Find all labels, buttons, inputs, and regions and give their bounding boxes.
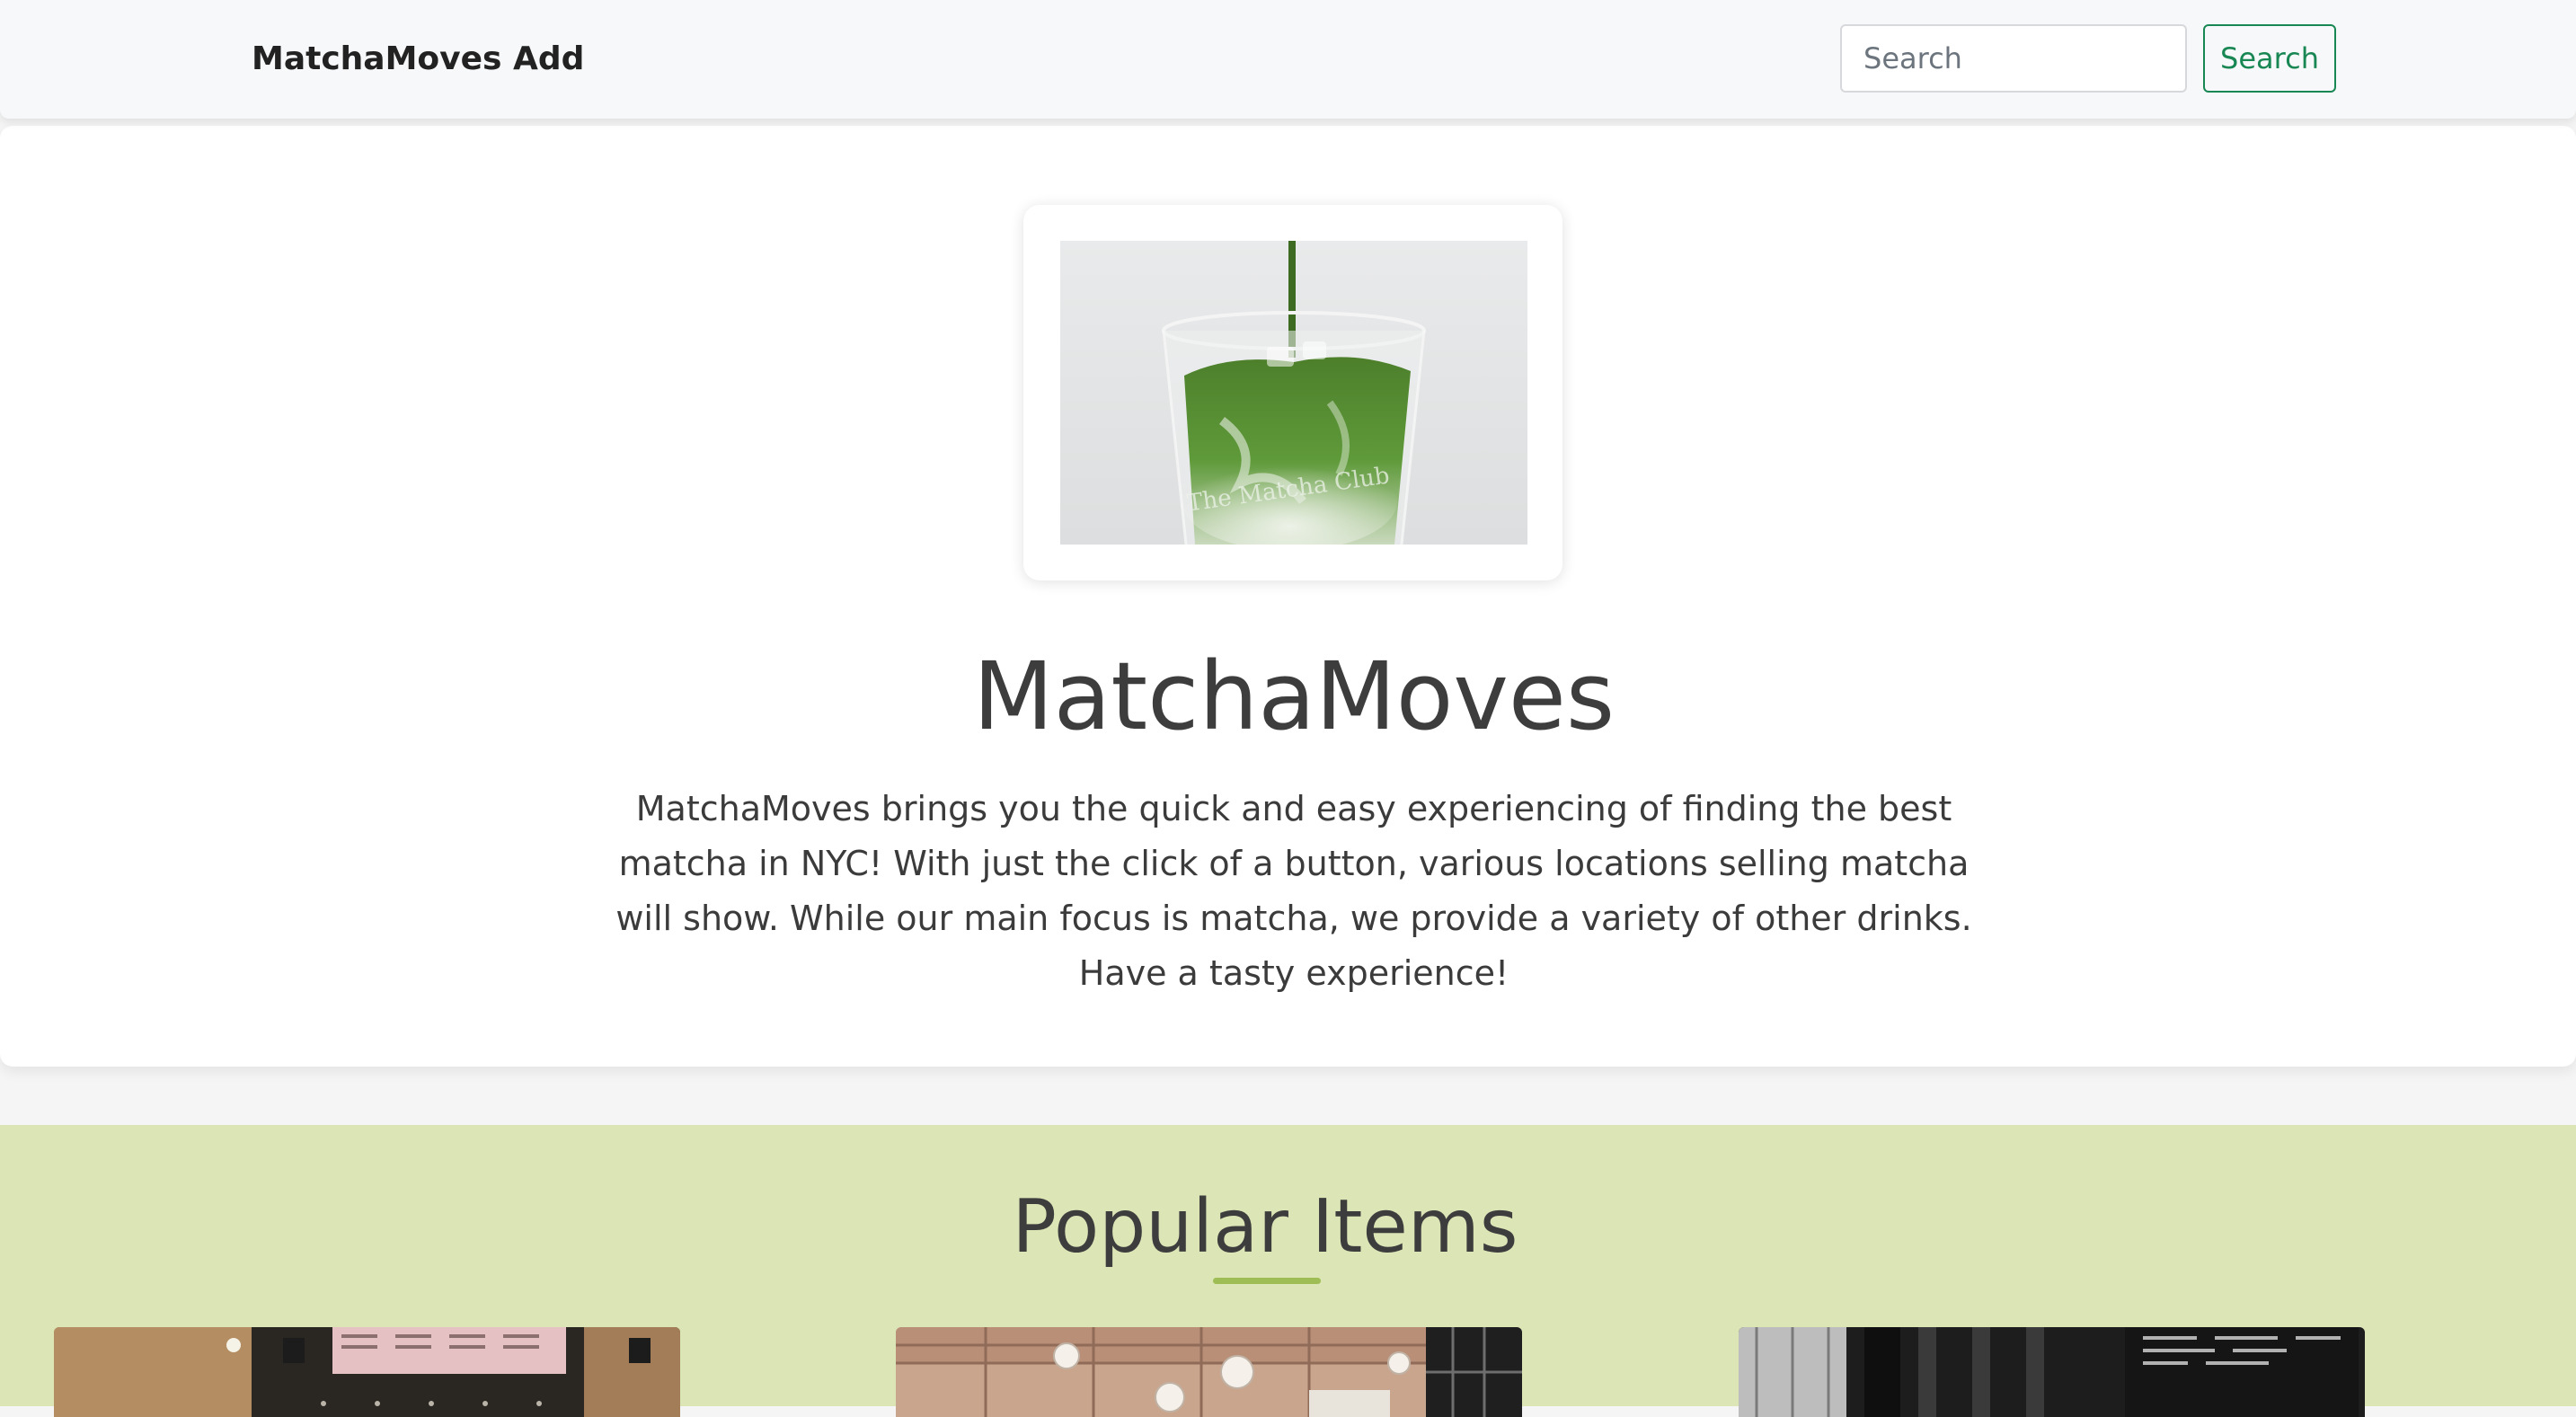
- search-button[interactable]: Search: [2203, 24, 2336, 93]
- popular-items-title: Popular Items: [1012, 1184, 1518, 1270]
- cafe-counter-photo: [54, 1327, 680, 1417]
- cafe-interior-photo: [896, 1327, 1522, 1417]
- hero-section: The Matcha Club MatchaMoves MatchaMoves …: [0, 126, 2576, 1067]
- popular-item-card[interactable]: [1739, 1327, 2365, 1417]
- brand-link[interactable]: MatchaMoves: [252, 36, 501, 83]
- page-title: MatchaMoves: [972, 642, 1616, 751]
- title-underline: [1213, 1278, 1321, 1284]
- matcha-latte-image: The Matcha Club: [1060, 241, 1527, 545]
- popular-item-card[interactable]: [54, 1327, 680, 1417]
- cafe-storefront-photo: [1739, 1327, 2365, 1417]
- hero-image-card: The Matcha Club: [1023, 205, 1562, 580]
- navbar: MatchaMoves Add Search: [0, 0, 2576, 119]
- search-input[interactable]: [1840, 24, 2187, 93]
- hero-description: MatchaMoves brings you the quick and eas…: [615, 789, 1972, 993]
- add-link[interactable]: Add: [513, 36, 584, 83]
- popular-items-section: Popular Items: [0, 1125, 2576, 1417]
- popular-item-card[interactable]: [896, 1327, 1522, 1417]
